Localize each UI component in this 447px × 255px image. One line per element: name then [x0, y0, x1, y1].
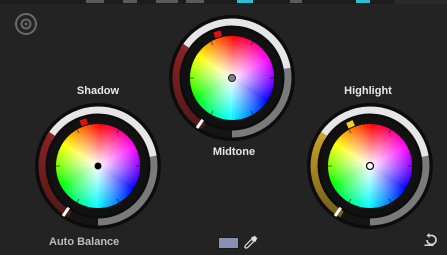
highlight-label: Highlight — [344, 85, 392, 97]
color-swatch[interactable] — [218, 237, 239, 249]
wheel-pointer[interactable] — [94, 162, 102, 170]
toolbar-tab-active[interactable] — [237, 0, 253, 3]
midtone-label: Midtone — [212, 146, 256, 158]
auto-balance-button[interactable]: Auto Balance — [49, 236, 119, 248]
highlight-wheel[interactable] — [305, 101, 435, 231]
target-icon[interactable] — [14, 12, 38, 36]
toolbar-tab[interactable] — [86, 0, 104, 3]
shadow-label: Shadow — [76, 85, 120, 97]
reset-icon[interactable] — [423, 232, 439, 248]
wheel-pointer[interactable] — [228, 74, 236, 82]
eyedropper-icon[interactable] — [243, 234, 259, 250]
top-toolbar-strip — [0, 0, 447, 4]
toolbar-right-block — [394, 0, 447, 4]
toolbar-tab-active[interactable] — [356, 0, 370, 3]
shadow-wheel[interactable] — [33, 101, 163, 231]
toolbar-tab[interactable] — [290, 0, 302, 3]
wheel-pointer[interactable] — [365, 161, 375, 171]
toolbar-tab[interactable] — [186, 0, 204, 3]
color-wheels-panel: Midtone Shadow Highlight Auto Balance — [0, 0, 447, 255]
toolbar-tab[interactable] — [156, 0, 178, 3]
midtone-wheel[interactable] — [167, 13, 297, 143]
toolbar-tab[interactable] — [123, 0, 137, 3]
